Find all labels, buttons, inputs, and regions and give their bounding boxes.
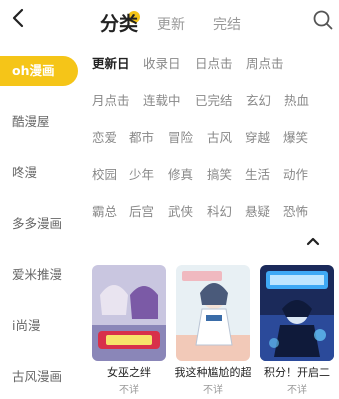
filter-chip[interactable]: 已完结 [195,89,233,113]
sidebar-item-duoduo[interactable]: 多多漫画 [0,209,84,239]
filter-chip[interactable]: 玄幻 [246,89,271,113]
comic-title: 女巫之绊 [107,366,151,379]
filter-chip[interactable]: 少年 [129,163,154,187]
sidebar-item-dongman[interactable]: 咚漫 [0,158,84,188]
filter-chip[interactable]: 月点击 [92,89,130,113]
sidebar-item-kumanwu[interactable]: 酷漫屋 [0,107,84,137]
filter-chip[interactable]: 恋爱 [92,126,117,150]
comic-cover [260,265,334,361]
comic-title: 积分！开启二 [264,366,330,379]
comic-list: 女巫之绊 不详 我这种尴尬的超 不详 积分！开启二 不详 [88,265,339,399]
tab-finished[interactable]: 完结 [213,14,241,34]
source-sidebar: oh漫画 酷漫屋 咚漫 多多漫画 爱米推漫 i尚漫 古风漫画 [0,52,84,399]
filter-chip[interactable]: 校园 [92,163,117,187]
filter-chip[interactable]: 生活 [245,163,270,187]
sidebar-item-gufeng[interactable]: 古风漫画 [0,362,84,392]
filter-chip[interactable]: 古风 [207,126,232,150]
comic-card[interactable]: 我这种尴尬的超 不详 [175,265,252,396]
tab-category[interactable]: 分类 [100,9,138,36]
filter-chip[interactable]: 日点击 [195,52,233,76]
filter-chip[interactable]: 科幻 [207,200,232,224]
filter-chip[interactable]: 收录日 [143,52,181,76]
comic-author: 不详 [119,385,139,396]
filter-chip[interactable]: 搞笑 [207,163,232,187]
filter-chip[interactable]: 爆笑 [283,126,308,150]
filter-chip[interactable]: 动作 [283,163,308,187]
filter-chip[interactable]: 穿越 [245,126,270,150]
filter-chip[interactable]: 后宫 [129,200,154,224]
filter-chip[interactable]: 周点击 [246,52,284,76]
comic-cover [176,265,250,361]
filter-chip[interactable]: 霸总 [92,200,117,224]
sidebar-item-ishangman[interactable]: i尚漫 [0,311,84,341]
tab-update[interactable]: 更新 [157,14,185,34]
header: 分类 更新 完结 [0,0,339,44]
search-icon[interactable] [312,9,334,31]
comic-cover [92,265,166,361]
filter-chip[interactable]: 连载中 [143,89,181,113]
sidebar-item-aimi[interactable]: 爱米推漫 [0,260,84,290]
comic-card[interactable]: 女巫之绊 不详 [92,265,166,396]
filter-chip[interactable]: 热血 [284,89,309,113]
comic-author: 不详 [287,385,307,396]
comic-author: 不详 [203,385,223,396]
top-tabs: 分类 更新 完结 [0,0,339,44]
filter-chip[interactable]: 武侠 [168,200,193,224]
filter-chip[interactable]: 更新日 [92,52,130,76]
filter-chip[interactable]: 恐怖 [283,200,308,224]
filter-chip[interactable]: 悬疑 [245,200,270,224]
collapse-chevron-up-icon[interactable] [304,234,322,248]
comic-card[interactable]: 积分！开启二 不详 [260,265,334,396]
filter-chip[interactable]: 修真 [168,163,193,187]
filter-chip[interactable]: 都市 [129,126,154,150]
sidebar-item-oh-manhua[interactable]: oh漫画 [0,56,78,86]
filter-chip[interactable]: 冒险 [168,126,193,150]
comic-title: 我这种尴尬的超 [174,366,252,379]
